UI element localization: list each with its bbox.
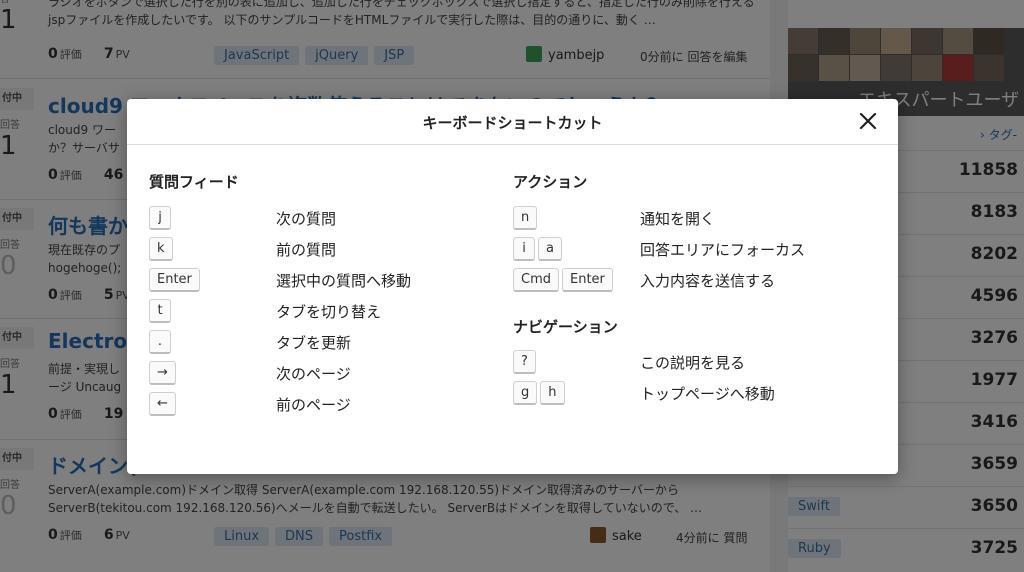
shortcut-keys: t <box>149 299 174 323</box>
shortcut-keys: Enter <box>149 268 203 292</box>
shortcut-row: ? この説明を見る <box>513 350 873 374</box>
shortcut-keys: ? <box>513 350 539 374</box>
key: k <box>149 237 173 261</box>
shortcut-keys: Cmd Enter <box>513 268 616 292</box>
shortcut-description: 選択中の質問へ移動 <box>276 272 412 290</box>
shortcut-description: 通知を開く <box>640 210 716 228</box>
key: g <box>513 381 538 405</box>
key: n <box>513 206 538 230</box>
shortcut-description: トップページへ移動 <box>640 385 775 403</box>
shortcut-keys: k <box>149 237 176 261</box>
shortcut-row: n 通知を開く <box>513 206 873 230</box>
key: → <box>149 361 176 385</box>
shortcut-keys: j <box>149 206 174 230</box>
shortcut-description: 回答エリアにフォーカス <box>640 241 806 259</box>
dialog-header: キーボードショートカット <box>127 99 898 145</box>
shortcut-description: 次のページ <box>276 365 351 383</box>
shortcut-description: この説明を見る <box>640 354 746 372</box>
shortcut-row: j 次の質問 <box>149 206 479 230</box>
key: Enter <box>149 268 200 292</box>
shortcut-keys: → <box>149 361 179 385</box>
dialog-title: キーボードショートカット <box>422 114 603 132</box>
shortcut-keys: . <box>149 330 174 354</box>
shortcut-row: k 前の質問 <box>149 237 479 261</box>
shortcut-keys: n <box>513 206 540 230</box>
shortcut-description: 入力内容を送信する <box>640 272 776 290</box>
key: . <box>149 330 171 354</box>
section-title-question-feed: 質問フィード <box>149 173 239 191</box>
shortcut-keys: gh <box>513 381 568 405</box>
shortcut-description: タブを切り替え <box>276 303 382 321</box>
key: a <box>538 237 562 261</box>
shortcut-row: Cmd Enter 入力内容を送信する <box>513 268 873 292</box>
shortcut-row: gh トップページへ移動 <box>513 381 873 405</box>
section-title-navigation: ナビゲーション <box>513 318 618 336</box>
key: ? <box>513 350 536 374</box>
shortcut-description: 次の質問 <box>276 210 337 228</box>
key: Enter <box>562 268 613 292</box>
shortcut-description: 前の質問 <box>276 241 337 259</box>
shortcut-row: t タブを切り替え <box>149 299 479 323</box>
shortcut-description: 前のページ <box>276 396 351 414</box>
shortcut-keys: ← <box>149 392 179 416</box>
key: t <box>149 299 171 323</box>
shortcut-row: ia 回答エリアにフォーカス <box>513 237 873 261</box>
shortcut-row: → 次のページ <box>149 361 479 385</box>
key: h <box>540 381 565 405</box>
key: i <box>513 237 535 261</box>
close-button[interactable] <box>856 109 880 133</box>
section-title-actions: アクション <box>513 173 588 191</box>
keyboard-shortcuts-dialog: キーボードショートカット 質問フィード j 次の質問 k 前の質問 Enter … <box>127 99 898 474</box>
shortcut-description: タブを更新 <box>276 334 352 352</box>
shortcut-row: Enter 選択中の質問へ移動 <box>149 268 479 292</box>
shortcut-row: . タブを更新 <box>149 330 479 354</box>
close-icon <box>859 112 877 130</box>
key: Cmd <box>513 268 559 292</box>
shortcut-row: ← 前のページ <box>149 392 479 416</box>
key: j <box>149 206 171 230</box>
key: ← <box>149 392 176 416</box>
shortcut-keys: ia <box>513 237 565 261</box>
